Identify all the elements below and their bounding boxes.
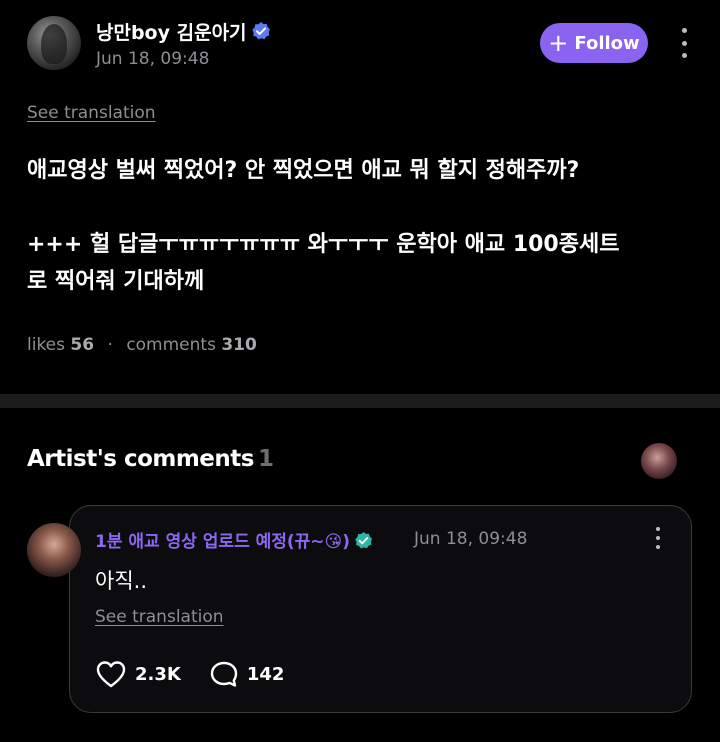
plus-icon: + bbox=[548, 29, 569, 57]
comment-author[interactable]: 1분 애교 영상 업로드 예정(뀨~😘) bbox=[95, 527, 373, 552]
post-header: 낭만boy 김운아기 Jun 18, 09:48 + Follow bbox=[0, 0, 720, 86]
separator-dot: · bbox=[107, 335, 113, 355]
comment-author-name: 1분 애교 영상 업로드 예정(뀨~😘) bbox=[95, 532, 351, 552]
comment-bubble-icon bbox=[210, 661, 238, 687]
author-name-text: 낭만boy 김운아기 bbox=[96, 22, 247, 44]
artist-comments-title: Artist's comments 1 bbox=[27, 446, 274, 472]
comment-author-avatar[interactable] bbox=[27, 523, 81, 577]
verified-badge-icon bbox=[251, 22, 270, 40]
reply-button[interactable]: 142 bbox=[209, 660, 285, 688]
artist-comments-title-text: Artist's comments bbox=[27, 446, 254, 472]
comment-more-icon[interactable] bbox=[650, 527, 666, 549]
post-body-line: 로 찍어줘 기대하께 bbox=[27, 269, 205, 294]
reply-count: 142 bbox=[246, 663, 285, 685]
like-count: 2.3K bbox=[135, 663, 181, 685]
likes-label: likes bbox=[27, 335, 66, 355]
comment-text: 아직.. bbox=[95, 569, 147, 593]
comment-actions: 2.3K 142 bbox=[95, 660, 284, 688]
like-button[interactable]: 2.3K bbox=[95, 660, 181, 688]
comments-count[interactable]: 310 bbox=[221, 335, 257, 355]
post-body-line: 애교영상 벌써 찍었어? 안 찍었으면 애교 뭐 할지 정해주까? bbox=[27, 158, 580, 183]
follow-button[interactable]: + Follow bbox=[540, 23, 648, 63]
more-vertical-icon[interactable] bbox=[674, 28, 694, 58]
verified-badge-icon bbox=[355, 531, 373, 549]
post-body: 애교영상 벌써 찍었어? 안 찍었으면 애교 뭐 할지 정해주까? +++ 헐 … bbox=[27, 152, 697, 300]
comment-date: Jun 18, 09:48 bbox=[414, 529, 528, 549]
likes-count[interactable]: 56 bbox=[70, 335, 94, 355]
artist-comments-count: 1 bbox=[257, 446, 274, 472]
post-body-line: +++ 헐 답글ㅜㅠㅠㅜㅠㅠㅠ 와ㅜㅜㅜ 운학아 애교 100종세트 bbox=[27, 232, 620, 257]
see-translation-link[interactable]: See translation bbox=[27, 103, 156, 123]
author-avatar[interactable] bbox=[27, 16, 81, 70]
follow-label: Follow bbox=[574, 32, 640, 54]
post-stats: likes 56 · comments 310 bbox=[27, 335, 257, 355]
section-divider bbox=[0, 394, 720, 408]
comments-label: comments bbox=[126, 335, 216, 355]
heart-icon bbox=[96, 661, 126, 688]
artist-avatar[interactable] bbox=[641, 443, 677, 479]
comment-see-translation-link[interactable]: See translation bbox=[95, 607, 224, 627]
author-name[interactable]: 낭만boy 김운아기 bbox=[96, 18, 271, 45]
post-date: Jun 18, 09:48 bbox=[96, 49, 210, 69]
